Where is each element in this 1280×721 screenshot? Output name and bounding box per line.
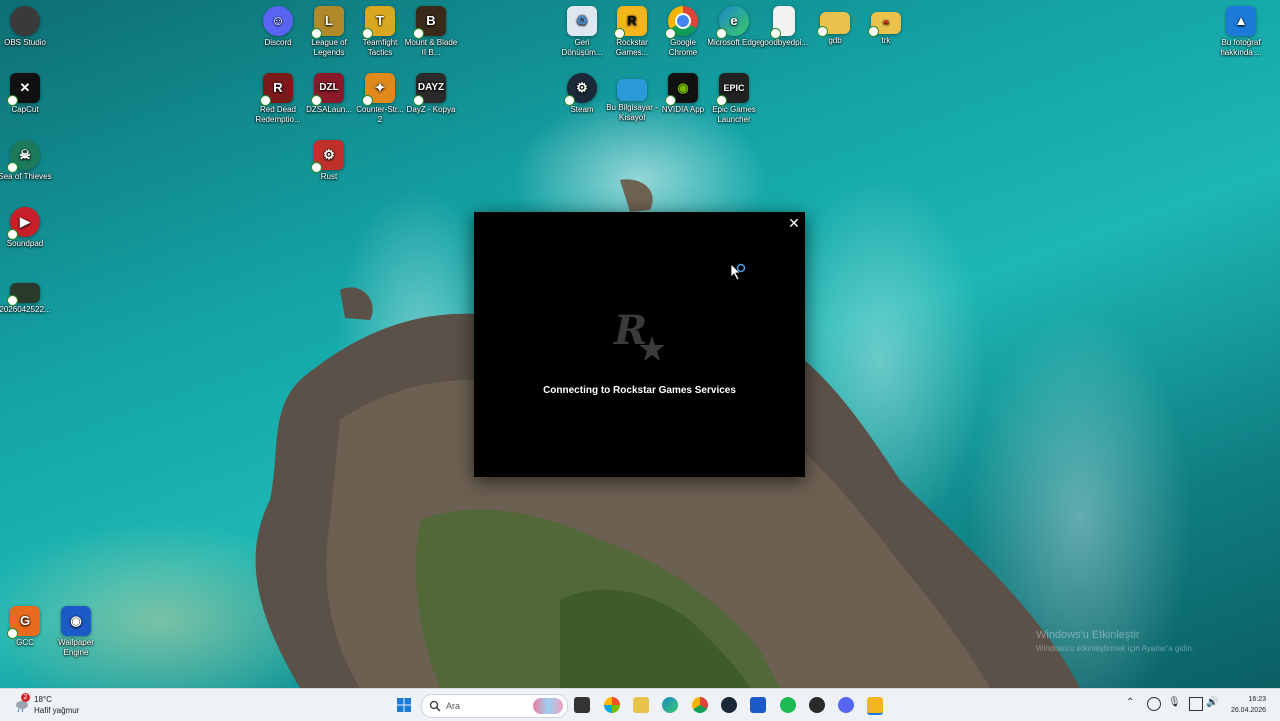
close-icon[interactable]: ✕ [787, 216, 801, 230]
file-explorer-icon[interactable] [633, 697, 649, 713]
desktop-icon-dayz[interactable]: DAYZ DayZ - Kopya [404, 73, 458, 115]
activation-watermark: Windows'u Etkinleştir Windows'u etkinleş… [1036, 629, 1195, 653]
nvidia-icon: ◉ [665, 73, 698, 106]
obs-icon [10, 6, 40, 36]
chrome-icon [665, 6, 698, 39]
league-of-legends-icon: L [311, 6, 344, 39]
volume-icon[interactable]: 🔊 [1206, 697, 1218, 709]
text-file-icon [770, 6, 795, 39]
clock-time: 16:23 [1248, 696, 1266, 703]
counter-strike-icon: ✦ [362, 73, 395, 106]
wallpaper-engine-icon: ◉ [61, 606, 91, 636]
desktop-icon-gcc[interactable]: G GCC [0, 606, 52, 648]
onedrive-icon[interactable] [1147, 697, 1161, 711]
desktop-icon-goodbyedpi[interactable]: goodbyedpi... [757, 6, 811, 48]
chrome-taskbar-icon[interactable] [692, 697, 708, 713]
capcut-icon: ✕ [7, 73, 40, 106]
gcc-icon: G [7, 606, 40, 639]
connecting-message: Connecting to Rockstar Games Services [543, 385, 736, 396]
rust-icon: ⚙ [311, 140, 344, 173]
desktop-icon-sea-of-thieves[interactable]: ☠ Sea of Thieves [0, 140, 52, 182]
weather-alert-badge: 2 [21, 693, 30, 702]
desktop-icon-trk-folder[interactable]: ◓ trk [859, 6, 913, 46]
search-icon [429, 700, 441, 712]
soundpad-icon: ▶ [7, 207, 40, 240]
search-highlight-art [533, 698, 563, 714]
mouse-cursor-busy-icon [730, 263, 746, 281]
desktop-icon-counter-strike-2[interactable]: ✦ Counter-Str... 2 [353, 73, 407, 125]
copilot-icon[interactable] [604, 697, 620, 713]
search-placeholder: Ara [446, 701, 461, 711]
desktop-icon-microsoft-edge[interactable]: e Microsoft Edge [707, 6, 761, 48]
desktop-icon-league-of-legends[interactable]: L League of Legends [302, 6, 356, 58]
dzsa-launcher-icon: DZL [311, 73, 344, 106]
sea-of-thieves-icon: ☠ [7, 140, 40, 173]
desktop-icon-gdb-folder[interactable]: gdb [808, 6, 862, 46]
steam-icon: ⚙ [564, 73, 597, 106]
monitor-icon [617, 79, 647, 101]
weather-widget[interactable]: 2 18°C Hafif yağmur [14, 693, 104, 717]
discord-icon: ☺ [263, 6, 293, 36]
desktop-icon-this-pc[interactable]: Bu Bilgisayar - Kısayol [605, 73, 659, 123]
video-thumbnail-icon [7, 283, 40, 306]
desktop-icon-dzsa-launcher[interactable]: DZL DZSALaun... [302, 73, 356, 115]
steam-taskbar-icon[interactable] [721, 697, 737, 713]
microphone-icon[interactable]: 🎙 [1168, 697, 1181, 709]
rockstar-taskbar-icon[interactable] [867, 697, 883, 715]
folder-icon: ◓ [868, 12, 901, 37]
desktop-icon-google-chrome[interactable]: Google Chrome [656, 6, 710, 58]
weather-temperature: 18°C [34, 695, 52, 704]
desktop-icon-teamfight-tactics[interactable]: T Teamfight Tactics [353, 6, 407, 58]
rockstar-icon: R [614, 6, 647, 39]
taskbar-search-box[interactable]: Ara [421, 694, 568, 718]
desktop-icon-nvidia-app[interactable]: ◉ NVIDIA App [656, 73, 710, 115]
dayz-icon: DAYZ [413, 73, 446, 106]
network-icon[interactable] [1189, 697, 1203, 711]
edge-taskbar-icon[interactable] [662, 697, 678, 713]
desktop-icon-steam[interactable]: ⚙ Steam [555, 73, 609, 115]
task-view-icon[interactable] [574, 697, 590, 713]
desktop-icon-rockstar-games[interactable]: R Rockstar Games... [605, 6, 659, 58]
edge-icon: e [716, 6, 749, 39]
desktop-icon-obs-studio[interactable]: OBS Studio [0, 6, 52, 48]
mount-and-blade-icon: B [413, 6, 446, 39]
taskbar-clock[interactable]: 16:23 26.04.2026 [1231, 694, 1266, 716]
spotify-taskbar-icon[interactable] [780, 697, 796, 713]
image-info-icon: ▲ [1226, 6, 1256, 36]
desktop-icon-soundpad[interactable]: ▶ Soundpad [0, 207, 52, 249]
windows-start-icon[interactable] [396, 697, 412, 713]
desktop-icon-capcut[interactable]: ✕ CapCut [0, 73, 52, 115]
store-taskbar-icon[interactable] [750, 697, 766, 713]
epic-games-icon: EPIC [716, 73, 749, 106]
teamfight-tactics-icon: T [362, 6, 395, 39]
desktop-icon-epic-games[interactable]: EPIC Epic Games Launcher [707, 73, 761, 125]
rockstar-launcher-dialog: ✕ R Connecting to Rockstar Games Service… [474, 212, 805, 477]
desktop-icon-wallpaper-engine[interactable]: ◉ Wallpaper Engine [49, 606, 103, 658]
discord-taskbar-icon[interactable] [838, 697, 854, 713]
desktop-icon-video-file[interactable]: 2026042522... [0, 283, 52, 315]
chevron-up-icon[interactable]: ⌃ [1126, 697, 1138, 709]
weather-condition: Hafif yağmur [34, 706, 80, 715]
taskbar: 2 18°C Hafif yağmur Ara ⌃ 🎙 🔊 16:23 26.0… [0, 688, 1280, 721]
desktop-icon-red-dead-redemption[interactable]: R Red Dead Redemptio... [251, 73, 305, 125]
desktop-icon-rust[interactable]: ⚙ Rust [302, 140, 356, 182]
desktop-icon-discord[interactable]: ☺ Discord [251, 6, 305, 48]
recycle-bin-icon: ♻ [567, 6, 597, 36]
red-dead-redemption-icon: R [260, 73, 293, 106]
folder-icon [817, 12, 850, 37]
desktop-icon-recycle-bin[interactable]: ♻ Geri Dönüşüm... [555, 6, 609, 58]
obs-taskbar-icon[interactable] [809, 697, 825, 713]
desktop-icon-about-photo[interactable]: ▲ Bu fotoğraf hakkında ... [1214, 6, 1268, 58]
rockstar-logo-icon: R [613, 307, 665, 361]
desktop-icon-mount-and-blade[interactable]: B Mount & Blade II B... [404, 6, 458, 58]
clock-date: 26.04.2026 [1230, 707, 1266, 714]
